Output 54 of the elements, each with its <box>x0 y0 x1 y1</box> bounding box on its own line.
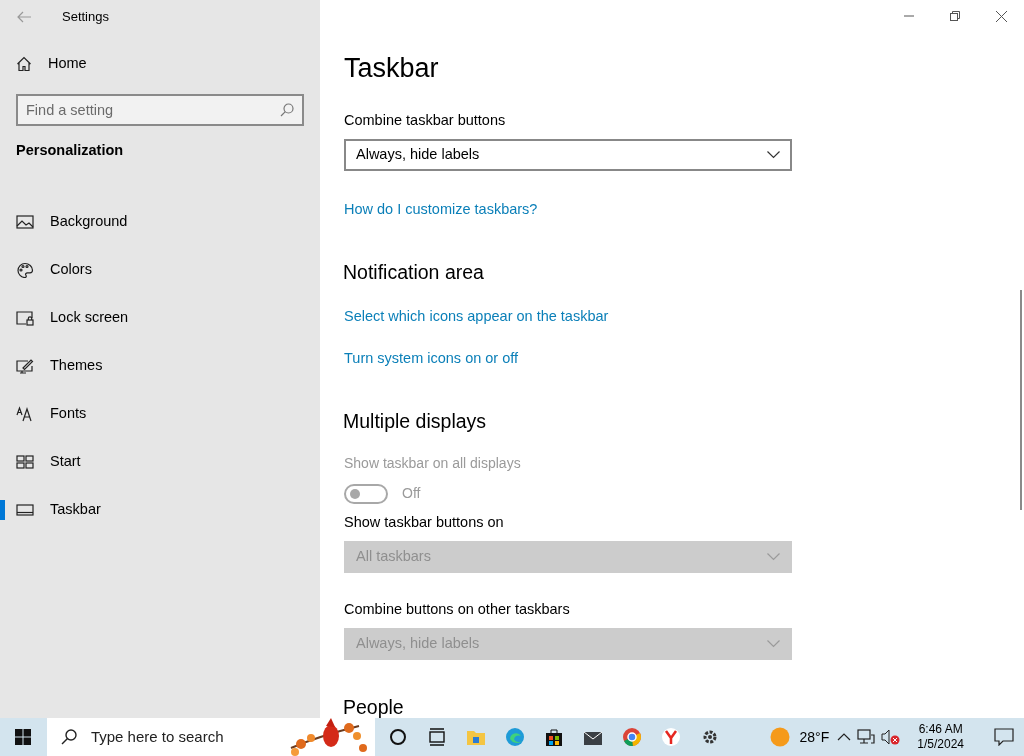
section-heading: Multiple displays <box>343 409 487 434</box>
section-heading: Notification area <box>343 260 484 285</box>
muted-speaker-icon[interactable] <box>881 729 902 745</box>
taskbar-search-box[interactable]: Type here to search <box>46 718 375 756</box>
dropdown[interactable]: Always, hide labels <box>344 139 792 172</box>
scrollbar-thumb[interactable] <box>1020 290 1022 510</box>
toggle-state: Off <box>402 484 421 504</box>
taskbar-search-field[interactable]: Type here to search <box>88 724 289 750</box>
field-label: Show taskbar buttons on <box>344 513 504 533</box>
home-icon <box>16 56 32 72</box>
lock-screen-icon <box>16 310 34 326</box>
palette-icon <box>16 262 34 278</box>
y-browser-icon[interactable] <box>661 727 682 747</box>
search-field[interactable]: Find a setting <box>16 94 304 126</box>
picture-icon <box>16 214 34 230</box>
sidebar-item[interactable]: Colors <box>0 246 320 294</box>
help-link[interactable]: How do I customize taskbars? <box>344 199 538 221</box>
toggle-label: Show taskbar on all displays <box>344 454 521 474</box>
clock-time[interactable]: 6:46 AM <box>918 722 963 737</box>
font-size-icon <box>16 406 34 422</box>
notification-icon[interactable] <box>994 728 1014 746</box>
home-link[interactable]: Home <box>0 40 320 88</box>
store-icon[interactable] <box>544 727 565 747</box>
sidebar-item[interactable]: Background <box>0 198 320 246</box>
network-icon[interactable] <box>857 729 876 745</box>
sidebar-item[interactable]: Fonts <box>0 390 320 438</box>
help-link[interactable]: Select which icons appear on the taskbar <box>344 306 609 329</box>
field-label: Combine taskbar buttons <box>344 111 506 131</box>
close-icon[interactable] <box>995 10 1007 22</box>
sidebar-item[interactable]: Lock screen <box>0 294 320 342</box>
sidebar-item[interactable]: Themes <box>0 342 320 390</box>
weather-temperature[interactable]: 28°F <box>799 726 830 748</box>
field-label: Combine buttons on other taskbars <box>344 599 570 619</box>
search-icon <box>60 729 77 745</box>
restore-icon[interactable] <box>950 11 960 21</box>
cortana-icon[interactable] <box>388 727 409 747</box>
section-heading: People <box>343 695 404 718</box>
taskbar-icon <box>16 502 34 518</box>
chevron-icon <box>767 552 780 561</box>
chevron-icon <box>767 151 780 160</box>
clock-date[interactable]: 1/5/2024 <box>917 737 964 752</box>
chevron-up-icon[interactable] <box>837 733 852 741</box>
task-view-icon[interactable] <box>427 727 448 747</box>
tiles-icon <box>16 454 34 470</box>
chevron-icon <box>767 639 780 648</box>
window-title: Settings <box>62 8 109 27</box>
paintbrush-monitor-icon <box>16 358 34 374</box>
sidebar-item[interactable]: Start <box>0 438 320 486</box>
page-title: Taskbar <box>344 52 439 85</box>
start-icon[interactable] <box>15 729 32 745</box>
chrome-icon[interactable] <box>622 727 643 747</box>
search-icon <box>280 103 294 117</box>
section-heading: Personalization <box>15 141 125 160</box>
help-link[interactable]: Turn system icons on or off <box>344 348 519 370</box>
